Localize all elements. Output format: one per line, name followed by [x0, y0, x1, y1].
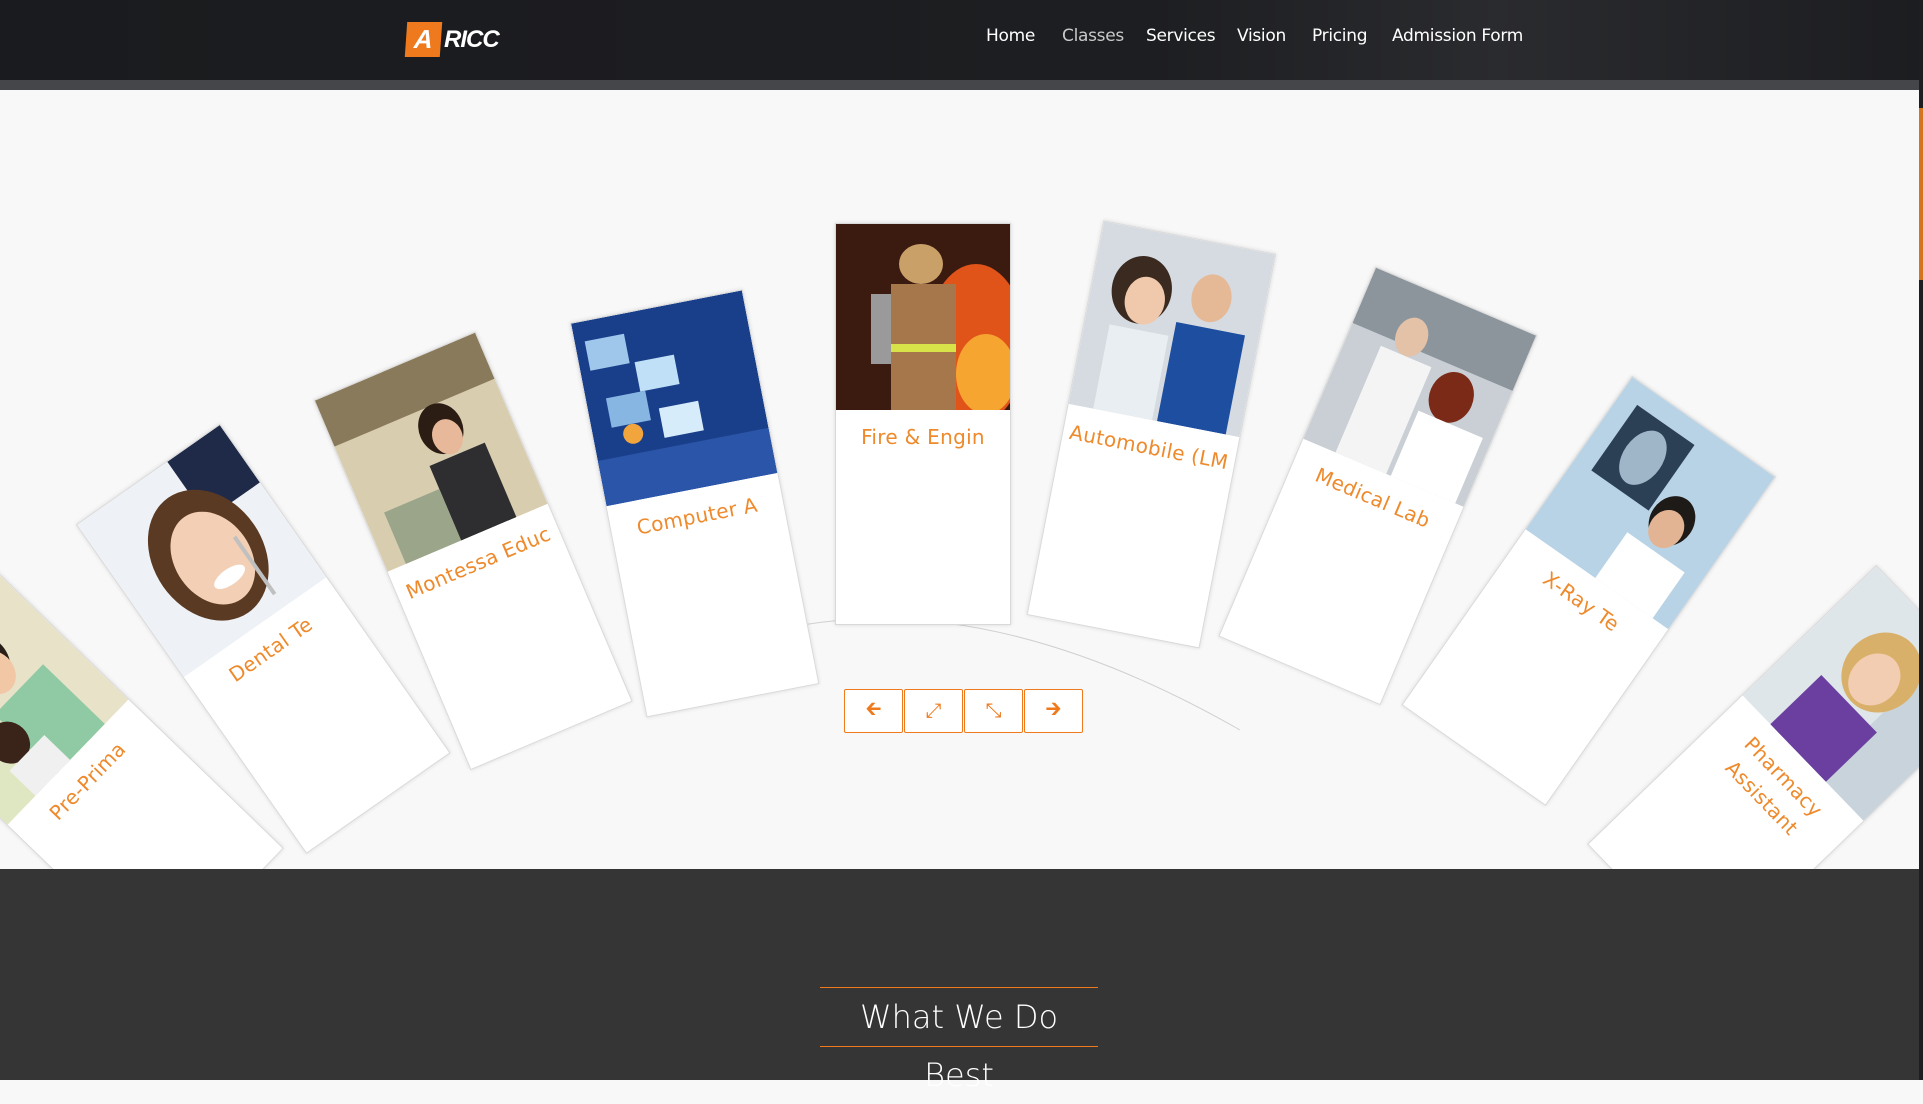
class-card-title: Fire & Engin: [861, 425, 985, 449]
couple-mechanic-photo: [1068, 221, 1275, 438]
arrow-right-icon[interactable]: 🡲: [1024, 689, 1083, 733]
compress-icon[interactable]: ⤡: [964, 689, 1023, 733]
main-nav: Home Classes Services Vision Pricing Adm…: [0, 26, 1923, 56]
top-navbar: A RICC Home Classes Services Vision Pric…: [0, 0, 1919, 80]
firefighter-photo: [836, 224, 1010, 410]
what-we-do-section: What We Do Best: [0, 869, 1919, 1094]
page-scrollbar[interactable]: [1919, 0, 1923, 1080]
arrow-left-icon[interactable]: 🡰: [844, 689, 903, 733]
digital-screens-photo: [571, 290, 778, 507]
class-card-automobile[interactable]: Automobile (LM: [1026, 220, 1277, 649]
nav-pricing[interactable]: Pricing: [1312, 26, 1368, 46]
nav-vision[interactable]: Vision: [1237, 26, 1286, 46]
nav-admission-form[interactable]: Admission Form: [1392, 26, 1523, 46]
scrollbar-thumb[interactable]: [1919, 108, 1923, 280]
nav-home[interactable]: Home: [986, 26, 1035, 46]
section-heading: What We Do Best: [820, 987, 1098, 1094]
class-card-fire-engineering[interactable]: Fire & Engin: [835, 223, 1011, 625]
nav-services[interactable]: Services: [1146, 26, 1216, 46]
classes-carousel: Pre-Prima Dental Te Montessa Educ Comput…: [0, 90, 1919, 869]
expand-icon[interactable]: ⤢: [904, 689, 963, 733]
carousel-controls: 🡰 ⤢ ⤡ 🡲: [844, 689, 1084, 733]
header-divider: [0, 80, 1919, 90]
nav-classes[interactable]: Classes: [1062, 26, 1124, 46]
